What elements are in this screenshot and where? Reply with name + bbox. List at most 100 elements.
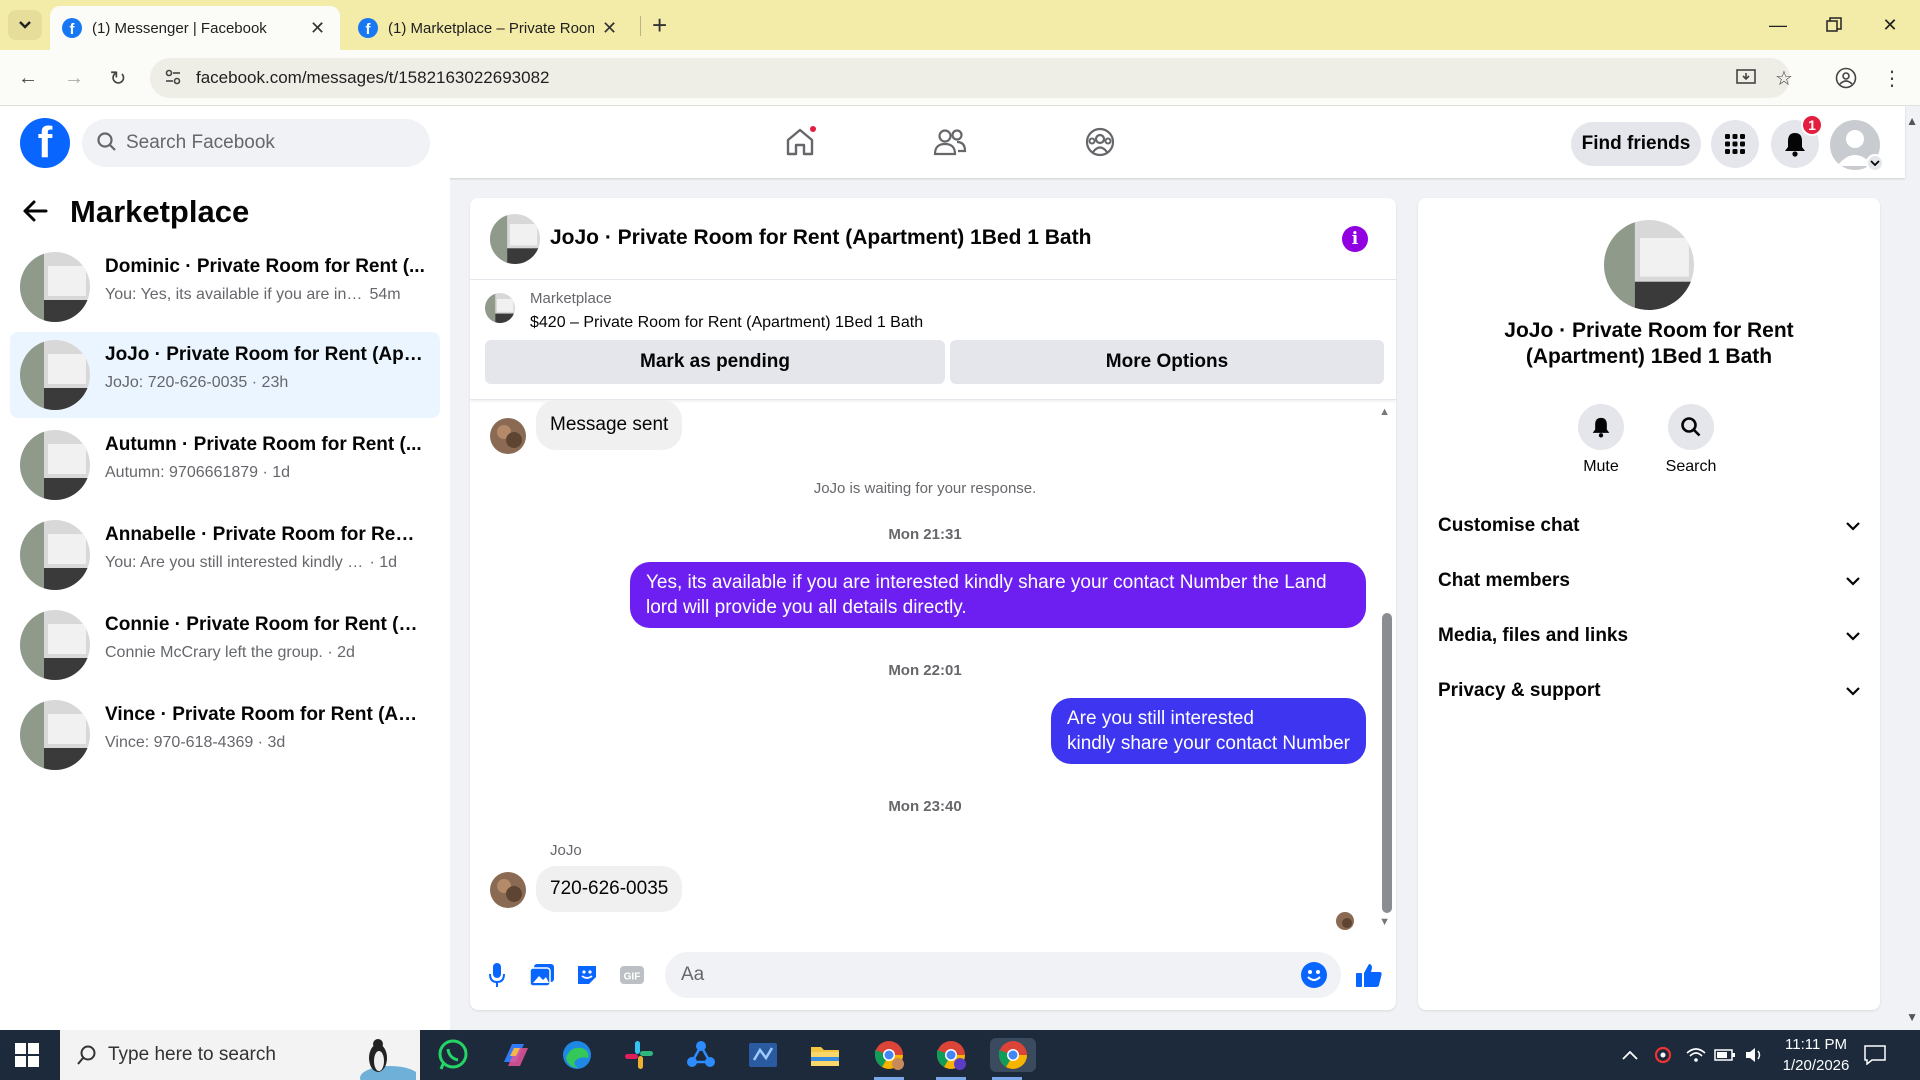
customise-chat-section[interactable]: Customise chat <box>1438 506 1860 546</box>
new-tab-plus-icon[interactable]: + <box>652 10 667 41</box>
notification-count-badge: 1 <box>1801 114 1823 136</box>
file-explorer-icon[interactable] <box>808 1038 842 1072</box>
close-window-icon[interactable]: ✕ <box>1870 10 1910 40</box>
tab-search-dropdown[interactable] <box>8 10 42 40</box>
search-icon <box>97 132 116 151</box>
menu-grid-button[interactable] <box>1711 120 1759 168</box>
grid-icon <box>1725 134 1745 154</box>
forward-arrow-icon[interactable]: → <box>60 64 88 92</box>
penguin-search-highlight-icon <box>360 1039 416 1080</box>
conversation-avatar[interactable] <box>1604 220 1694 310</box>
listing-thumbnail <box>485 293 515 323</box>
microphone-icon[interactable] <box>482 960 512 990</box>
edge-icon[interactable] <box>560 1038 594 1072</box>
thumbs-up-icon[interactable] <box>1354 960 1384 990</box>
windows-taskbar: Type here to search 11:11 PM 1/20/2026 <box>0 1030 1920 1080</box>
chevron-down-icon <box>1846 576 1860 586</box>
chrome-profile-1-icon[interactable] <box>872 1038 906 1080</box>
chat-members-section[interactable]: Chat members <box>1438 561 1860 601</box>
info-icon[interactable]: i <box>1342 226 1368 252</box>
account-chevron-icon[interactable] <box>1866 154 1884 172</box>
conversation-name: JoJo · Private Room for Rent (Apartment)… <box>1504 319 1794 368</box>
windows-start-icon[interactable] <box>14 1042 40 1073</box>
tab-marketplace[interactable]: f (1) Marketplace – Private Room ✕ <box>346 6 636 50</box>
chrome-active-window-icon[interactable] <box>990 1038 1036 1080</box>
timestamp: Mon 21:31 <box>888 526 962 543</box>
sticker-icon[interactable] <box>572 960 602 990</box>
mute-button[interactable]: Mute <box>1561 404 1641 476</box>
page-scroll-up-arrow-icon[interactable]: ▲ <box>1906 114 1918 128</box>
chat-avatar[interactable] <box>490 214 540 264</box>
privacy-support-section[interactable]: Privacy & support <box>1438 671 1860 711</box>
search-label: Search <box>1665 458 1717 475</box>
chrome-profile-2-icon[interactable] <box>934 1038 968 1080</box>
facebook-logo-icon[interactable]: f <box>20 118 70 168</box>
browser-tab-bar: f (1) Messenger | Facebook ✕ f (1) Marke… <box>0 0 1920 50</box>
site-settings-icon[interactable] <box>164 68 182 91</box>
notifications-button[interactable]: 1 <box>1771 114 1823 168</box>
restore-icon[interactable] <box>1814 10 1854 40</box>
app-window-icon[interactable] <box>746 1038 780 1072</box>
wifi-icon[interactable] <box>1686 1030 1706 1080</box>
media-files-links-section[interactable]: Media, files and links <box>1438 616 1860 656</box>
network-app-icon[interactable] <box>684 1038 718 1072</box>
reload-icon[interactable]: ↻ <box>104 64 132 92</box>
emoji-icon[interactable] <box>1301 962 1327 988</box>
find-friends-button[interactable]: Find friends <box>1571 122 1701 166</box>
chat-title[interactable]: JoJo · Private Room for Rent (Apartment)… <box>550 226 1091 250</box>
mark-as-pending-button[interactable]: Mark as pending <box>485 340 945 384</box>
minimize-icon[interactable]: — <box>1758 10 1798 40</box>
page-scroll-down-arrow-icon[interactable]: ▼ <box>1906 1010 1918 1024</box>
back-arrow-icon[interactable]: ← <box>14 64 42 92</box>
show-hidden-icons[interactable] <box>1622 1030 1638 1080</box>
gif-icon[interactable]: GIF <box>617 960 647 990</box>
browser-menu-icon[interactable]: ⋮ <box>1878 64 1906 92</box>
conversation-item-annabelle[interactable]: Annabelle · Private Room for Rent ... Yo… <box>10 512 440 598</box>
install-app-icon[interactable] <box>1732 64 1760 92</box>
bookmark-star-icon[interactable]: ☆ <box>1770 64 1798 92</box>
chat-scroll-up-arrow-icon[interactable]: ▲ <box>1379 406 1390 418</box>
facebook-favicon-icon: f <box>358 18 378 38</box>
conversation-item-connie[interactable]: Connie · Private Room for Rent (A... Con… <box>10 602 440 688</box>
battery-icon[interactable] <box>1714 1030 1736 1080</box>
listing-title[interactable]: $420 – Private Room for Rent (Apartment)… <box>530 314 923 332</box>
taskbar-search-input[interactable]: Type here to search <box>60 1030 420 1080</box>
chat-header: JoJo · Private Room for Rent (Apartment)… <box>470 198 1396 280</box>
conversation-item-jojo[interactable]: JoJo · Private Room for Rent (Apar... Jo… <box>10 332 440 418</box>
friends-icon[interactable] <box>930 122 970 162</box>
sidebar-title: Marketplace <box>70 194 250 229</box>
conversation-item-dominic[interactable]: Dominic · Private Room for Rent (... You… <box>10 244 440 330</box>
home-icon[interactable] <box>780 122 820 162</box>
conversation-name: Vince · Private Room for Rent (Apa... <box>105 704 425 725</box>
marketplace-label: Marketplace <box>530 290 612 307</box>
system-clock[interactable]: 11:11 PM 1/20/2026 <box>1766 1034 1866 1076</box>
back-arrow-icon[interactable] <box>22 196 48 230</box>
tab-messenger[interactable]: f (1) Messenger | Facebook ✕ <box>50 6 340 50</box>
whatsapp-icon[interactable] <box>436 1038 470 1072</box>
url-omnibox[interactable]: facebook.com/messages/t/1582163022693082 <box>150 58 1790 98</box>
copilot-icon[interactable] <box>498 1038 532 1072</box>
tray-app-icon[interactable] <box>1654 1030 1672 1080</box>
more-options-button[interactable]: More Options <box>950 340 1384 384</box>
notification-center-icon[interactable] <box>1864 1030 1886 1080</box>
facebook-search-input[interactable]: Search Facebook <box>82 119 430 167</box>
photo-icon[interactable] <box>527 960 557 990</box>
timestamp: Mon 22:01 <box>888 662 962 679</box>
conversation-name: Connie · Private Room for Rent (A... <box>105 614 425 635</box>
message-input[interactable]: Aa <box>665 952 1341 998</box>
close-tab-icon[interactable]: ✕ <box>310 18 325 39</box>
search-in-conversation-button[interactable]: Search <box>1651 404 1731 476</box>
url-text: facebook.com/messages/t/1582163022693082 <box>196 68 550 87</box>
conversation-item-vince[interactable]: Vince · Private Room for Rent (Apa... Vi… <box>10 692 440 778</box>
conversation-name: JoJo · Private Room for Rent (Apar... <box>105 344 425 365</box>
conversation-name: Dominic · Private Room for Rent (... <box>105 256 425 277</box>
profile-icon[interactable] <box>1832 64 1860 92</box>
conversation-name: Annabelle · Private Room for Rent ... <box>105 524 425 545</box>
volume-icon[interactable] <box>1744 1030 1764 1080</box>
chat-scroll-down-arrow-icon[interactable]: ▼ <box>1379 916 1390 928</box>
close-tab-icon[interactable]: ✕ <box>602 18 617 39</box>
conversation-item-autumn[interactable]: Autumn · Private Room for Rent (... Autu… <box>10 422 440 508</box>
slack-icon[interactable] <box>622 1038 656 1072</box>
chat-scrollbar[interactable] <box>1382 613 1392 913</box>
groups-icon[interactable] <box>1080 122 1120 162</box>
